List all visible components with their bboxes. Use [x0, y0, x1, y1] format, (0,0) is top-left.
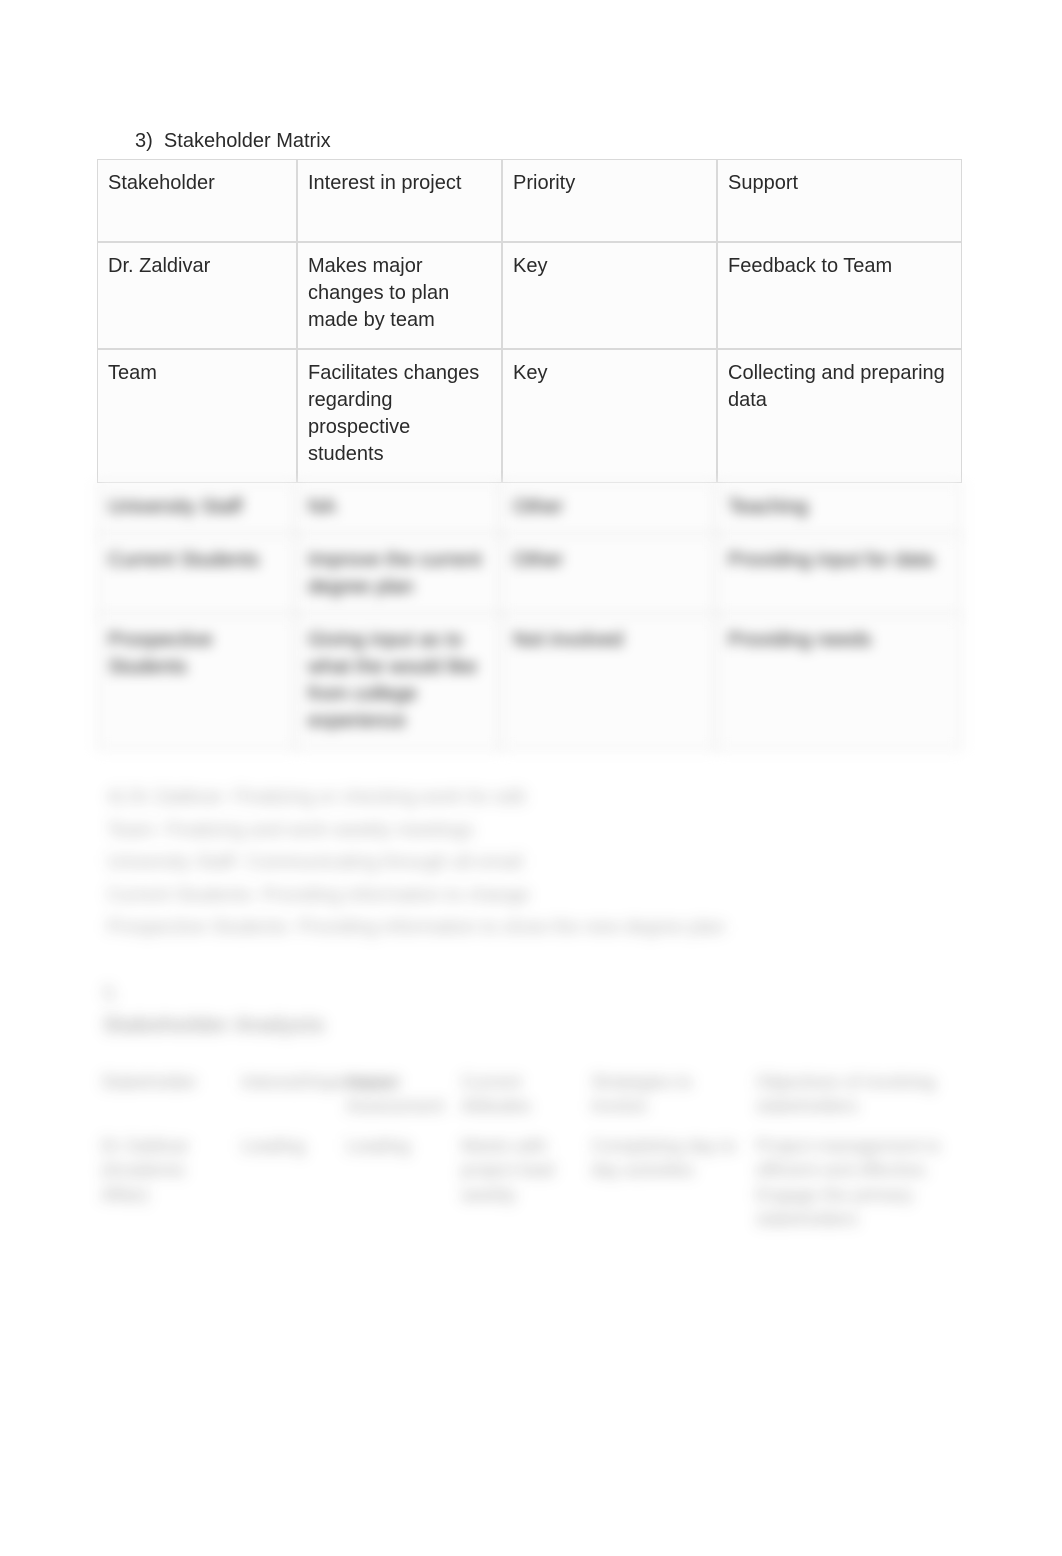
- blurred-line: Team- Finalizing and work weekly meeting…: [107, 817, 967, 846]
- cell-priority: Other: [502, 536, 717, 616]
- cell: Meets with project lead weekly: [455, 1128, 585, 1241]
- blurred-section-number: 5.: [103, 983, 967, 1006]
- cell-support: Collecting and preparing data: [717, 349, 962, 483]
- cell-priority: Key: [502, 349, 717, 483]
- col-header: Impact Assessment: [340, 1064, 455, 1129]
- cell-priority: Not involved: [502, 616, 717, 750]
- col-header-interest: Interest in project: [297, 159, 502, 242]
- table-row: Dr. Zaldivar Makes major changes to plan…: [97, 242, 962, 349]
- table-row: Dr Zaldivar (Academic Affair) Leading Le…: [95, 1128, 955, 1241]
- cell: Completing day to day activities: [585, 1128, 750, 1241]
- cell-interest: Facilitates changes regarding prospectiv…: [297, 349, 502, 483]
- stakeholder-matrix-table: Stakeholder Interest in project Priority…: [97, 159, 962, 750]
- blurred-line: University Staff- Communicating through …: [107, 849, 967, 878]
- table-row-blurred: Prospective Students Giving input as to …: [97, 616, 962, 750]
- col-header: Interest/Importance: [235, 1064, 340, 1129]
- cell-stakeholder: University Staff: [97, 483, 297, 536]
- col-header: Stakeholder: [95, 1064, 235, 1129]
- cell-interest: Giving input as to what the would like f…: [297, 616, 502, 750]
- cell-stakeholder: Dr. Zaldivar: [97, 242, 297, 349]
- table-header-row: Stakeholder Interest in project Priority…: [97, 159, 962, 242]
- col-header-priority: Priority: [502, 159, 717, 242]
- cell-stakeholder: Current Students: [97, 536, 297, 616]
- table-row: Team Facilitates changes regarding prosp…: [97, 349, 962, 483]
- cell-priority: Key: [502, 242, 717, 349]
- table-row-blurred: Current Students Improve the current deg…: [97, 536, 962, 616]
- stakeholder-analysis-table: Stakeholder Interest/Importance Impact A…: [95, 1064, 955, 1242]
- cell-support: Teaching: [717, 483, 962, 536]
- cell-priority: Other: [502, 483, 717, 536]
- blurred-line: Prospective Students- Providing informat…: [107, 914, 967, 943]
- col-header: Strategies to involve: [585, 1064, 750, 1129]
- cell-interest: Improve the current degree plan: [297, 536, 502, 616]
- table-header-row: Stakeholder Interest/Importance Impact A…: [95, 1064, 955, 1129]
- cell: Project management is efficient and effe…: [750, 1128, 955, 1241]
- blurred-line: 4) Dr Zaldivar- Finalizing or checking w…: [107, 784, 967, 813]
- col-header-stakeholder: Stakeholder: [97, 159, 297, 242]
- cell: Dr Zaldivar (Academic Affair): [95, 1128, 235, 1241]
- col-header-support: Support: [717, 159, 962, 242]
- col-header: Objectives of involving stakeholders: [750, 1064, 955, 1129]
- cell-interest: NA: [297, 483, 502, 536]
- cell-support: Providing input for data: [717, 536, 962, 616]
- cell-stakeholder: Team: [97, 349, 297, 483]
- cell-support: Feedback to Team: [717, 242, 962, 349]
- stakeholder-analysis-table-wrap: Stakeholder Interest/Importance Impact A…: [95, 1064, 967, 1242]
- col-header: Current Attitudes: [455, 1064, 585, 1129]
- section-title-text: Stakeholder Matrix: [164, 130, 331, 152]
- cell-support: Providing needs: [717, 616, 962, 750]
- table-row-blurred: University Staff NA Other Teaching: [97, 483, 962, 536]
- cell: Leading: [235, 1128, 340, 1241]
- blurred-section-heading: Stakeholder Analysis: [103, 1012, 967, 1038]
- blurred-line: Current Students- Providing information …: [107, 882, 967, 911]
- section-heading: 3) Stakeholder Matrix: [135, 130, 967, 153]
- cell-interest: Makes major changes to plan made by team: [297, 242, 502, 349]
- blurred-paragraph-block: 4) Dr Zaldivar- Finalizing or checking w…: [107, 784, 967, 943]
- cell: Leading: [340, 1128, 455, 1241]
- cell-stakeholder: Prospective Students: [97, 616, 297, 750]
- section-number: 3): [135, 130, 153, 152]
